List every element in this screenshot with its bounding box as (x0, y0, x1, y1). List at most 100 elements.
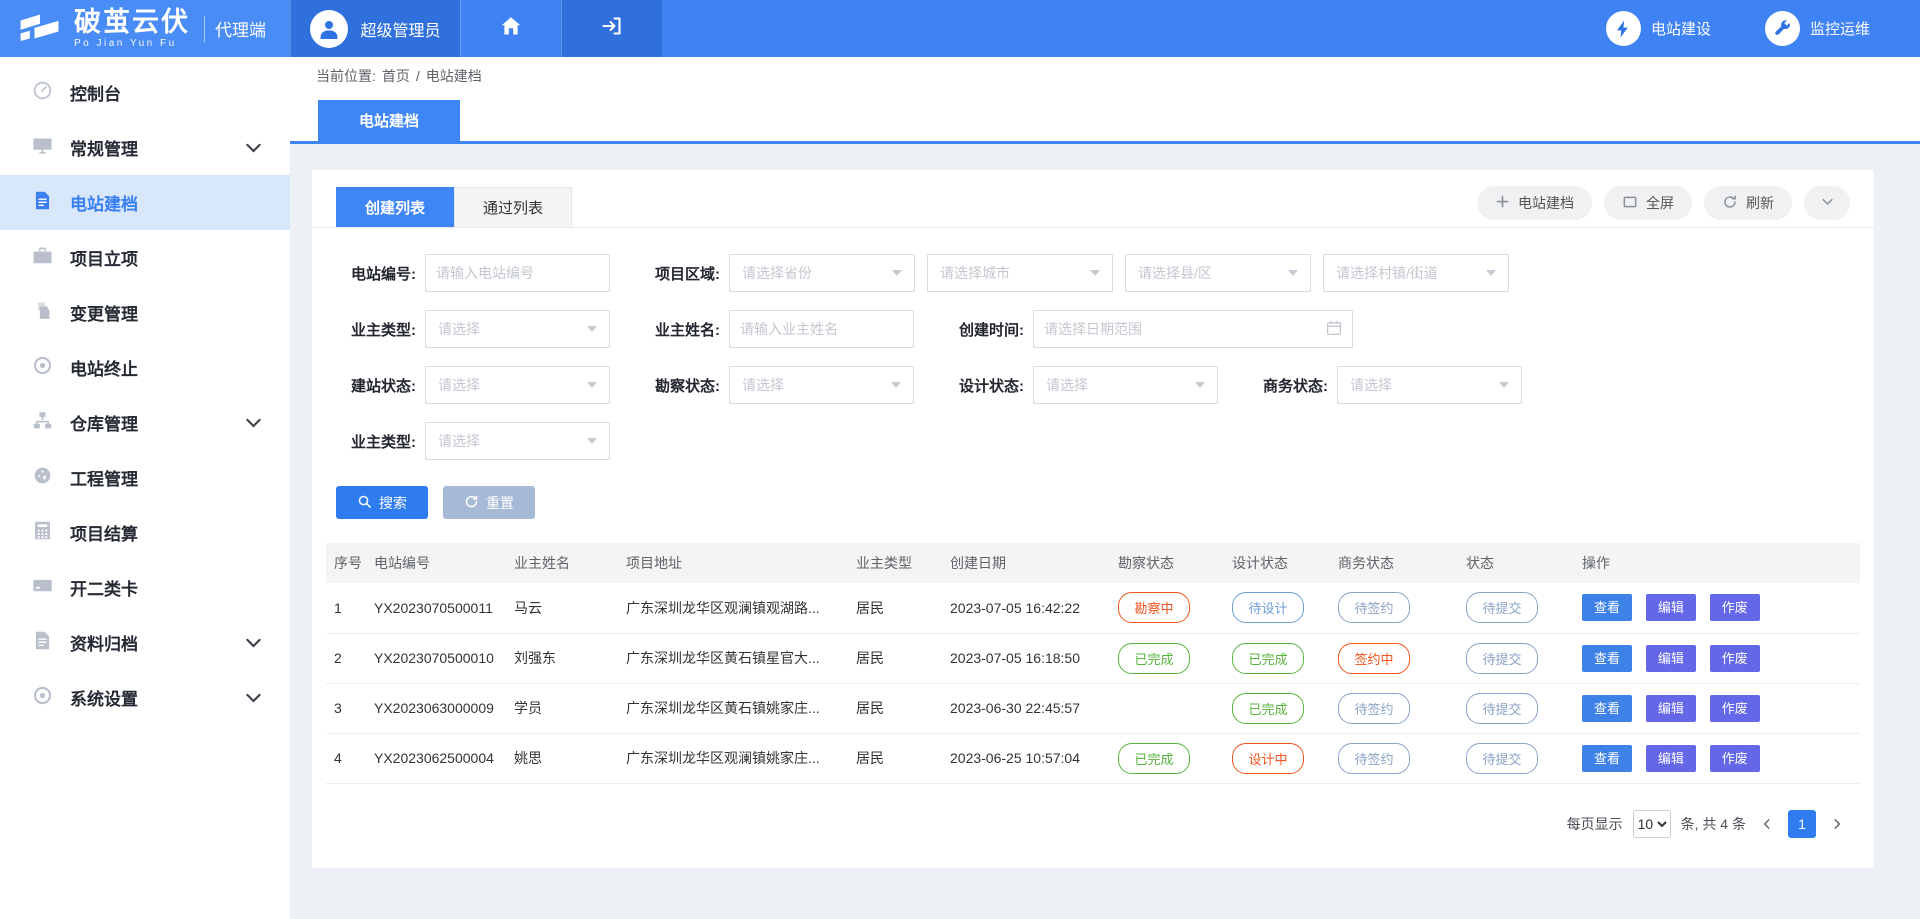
refresh-icon (1722, 194, 1738, 213)
nav-station-build[interactable]: 电站建设 (1606, 11, 1711, 46)
tab-passed-list[interactable]: 通过列表 (454, 187, 572, 227)
caret-down-icon (1195, 382, 1205, 388)
lightning-icon (1606, 11, 1641, 46)
monitor-icon (32, 135, 53, 161)
wrench-icon (1765, 11, 1800, 46)
user-name: 超级管理员 (360, 17, 440, 41)
logout-button[interactable] (561, 0, 662, 57)
design-status-select[interactable]: 请选择 (1033, 366, 1218, 404)
business-status-badge: 待签约 (1338, 743, 1410, 774)
edit-button[interactable]: 编辑 (1646, 645, 1696, 672)
plus-icon (1495, 194, 1510, 212)
caret-down-icon (1486, 270, 1496, 276)
survey-status-select[interactable]: 请选择 (729, 366, 914, 404)
create-time-label: 创建时间: (944, 319, 1024, 340)
brand-logo: 破茧云伏 Po Jian Yun Fu 代理端 (0, 0, 290, 57)
credit-card-icon (32, 575, 53, 601)
caret-down-icon (587, 438, 597, 444)
view-button[interactable]: 查看 (1582, 645, 1632, 672)
add-station-button[interactable]: 电站建档 (1477, 186, 1592, 220)
city-select[interactable]: 请选择城市 (927, 254, 1113, 292)
sidebar-item-type2-card[interactable]: 开二类卡 (0, 560, 290, 615)
sidebar-item-warehouse-mgmt[interactable]: 仓库管理 (0, 395, 290, 450)
nav-monitor-ops[interactable]: 监控运维 (1765, 11, 1870, 46)
view-button[interactable]: 查看 (1582, 745, 1632, 772)
breadcrumb-prefix: 当前位置: (316, 66, 376, 86)
refresh-button[interactable]: 刷新 (1704, 186, 1792, 220)
void-button[interactable]: 作废 (1710, 594, 1760, 621)
tab-station-filing[interactable]: 电站建档 (318, 100, 460, 141)
station-no-input[interactable] (425, 254, 610, 292)
sidebar-item-station-termination[interactable]: 电站终止 (0, 340, 290, 395)
sitemap-icon (32, 410, 53, 436)
gauge-icon (32, 80, 53, 106)
design-status-label: 设计状态: (944, 375, 1024, 396)
build-status-select[interactable]: 请选择 (425, 366, 610, 404)
brand-subtitle: Po Jian Yun Fu (74, 39, 190, 49)
sidebar-item-general-mgmt[interactable]: 常规管理 (0, 120, 290, 175)
sidebar-item-change-mgmt[interactable]: 变更管理 (0, 285, 290, 340)
page-number-current[interactable]: 1 (1788, 810, 1816, 838)
reset-button[interactable]: 重置 (443, 486, 535, 519)
sidebar-item-station-filing[interactable]: 电站建档 (0, 175, 290, 230)
divider (204, 16, 205, 42)
sidebar-item-data-archive[interactable]: 资料归档 (0, 615, 290, 670)
edit-button[interactable]: 编辑 (1646, 695, 1696, 722)
search-button[interactable]: 搜索 (336, 486, 428, 519)
edit-button[interactable]: 编辑 (1646, 745, 1696, 772)
caret-down-icon (587, 326, 597, 332)
void-button[interactable]: 作废 (1710, 745, 1760, 772)
province-select[interactable]: 请选择省份 (729, 254, 915, 292)
search-icon (357, 494, 372, 512)
void-button[interactable]: 作废 (1710, 695, 1760, 722)
date-range-input[interactable] (1033, 310, 1353, 348)
status-badge: 待提交 (1466, 743, 1538, 774)
owner-type-label: 业主类型: (336, 319, 416, 340)
per-page-select[interactable]: 10 (1633, 810, 1671, 838)
collapse-toolbar-button[interactable] (1804, 186, 1850, 220)
table-row: 2 YX2023070500010 刘强东 广东深圳龙华区黄石镇星官大... 居… (326, 633, 1860, 683)
sidebar-item-project-initiation[interactable]: 项目立项 (0, 230, 290, 285)
sidebar-item-system-settings[interactable]: 系统设置 (0, 670, 290, 725)
business-status-label: 商务状态: (1248, 375, 1328, 396)
document-icon (32, 190, 53, 216)
business-status-badge: 待签约 (1338, 693, 1410, 724)
home-button[interactable] (460, 0, 561, 57)
prev-page-button[interactable] (1756, 817, 1778, 831)
view-button[interactable]: 查看 (1582, 594, 1632, 621)
edit-button[interactable]: 编辑 (1646, 594, 1696, 621)
owner-type2-label: 业主类型: (336, 431, 416, 452)
table-row: 3 YX2023063000009 学员 广东深圳龙华区黄石镇姚家庄... 居民… (326, 683, 1860, 733)
status-badge: 待提交 (1466, 592, 1538, 623)
tab-create-list[interactable]: 创建列表 (336, 187, 454, 227)
next-page-button[interactable] (1826, 817, 1848, 831)
chevron-down-icon (1820, 194, 1835, 212)
nav-station-build-label: 电站建设 (1651, 18, 1711, 39)
breadcrumb-home-link[interactable]: 首页 (382, 66, 410, 86)
caret-down-icon (1499, 382, 1509, 388)
design-status-badge: 已完成 (1232, 643, 1304, 674)
view-button[interactable]: 查看 (1582, 695, 1632, 722)
top-header: 破茧云伏 Po Jian Yun Fu 代理端 超级管理员 (0, 0, 1920, 57)
sidebar-item-console[interactable]: 控制台 (0, 65, 290, 120)
user-menu[interactable]: 超级管理员 (290, 0, 460, 57)
county-select[interactable]: 请选择县/区 (1125, 254, 1311, 292)
breadcrumb-separator: / (416, 68, 420, 84)
owner-name-input[interactable] (729, 310, 914, 348)
nav-monitor-ops-label: 监控运维 (1810, 18, 1870, 39)
brand-title: 破茧云伏 (74, 9, 190, 36)
page-tab-bar: 电站建档 (290, 95, 1920, 144)
owner-type-select[interactable]: 请选择 (425, 310, 610, 348)
sidebar-item-engineering-mgmt[interactable]: 工程管理 (0, 450, 290, 505)
fullscreen-button[interactable]: 全屏 (1604, 186, 1692, 220)
chevron-down-icon (243, 137, 264, 158)
business-status-select[interactable]: 请选择 (1337, 366, 1522, 404)
sidebar-item-project-settlement[interactable]: 项目结算 (0, 505, 290, 560)
caret-down-icon (1090, 270, 1100, 276)
fullscreen-icon (1622, 194, 1638, 213)
owner-type2-select[interactable]: 请选择 (425, 422, 610, 460)
copy-files-icon (32, 300, 53, 326)
void-button[interactable]: 作废 (1710, 645, 1760, 672)
town-select[interactable]: 请选择村镇/街道 (1323, 254, 1509, 292)
reset-icon (464, 494, 479, 512)
